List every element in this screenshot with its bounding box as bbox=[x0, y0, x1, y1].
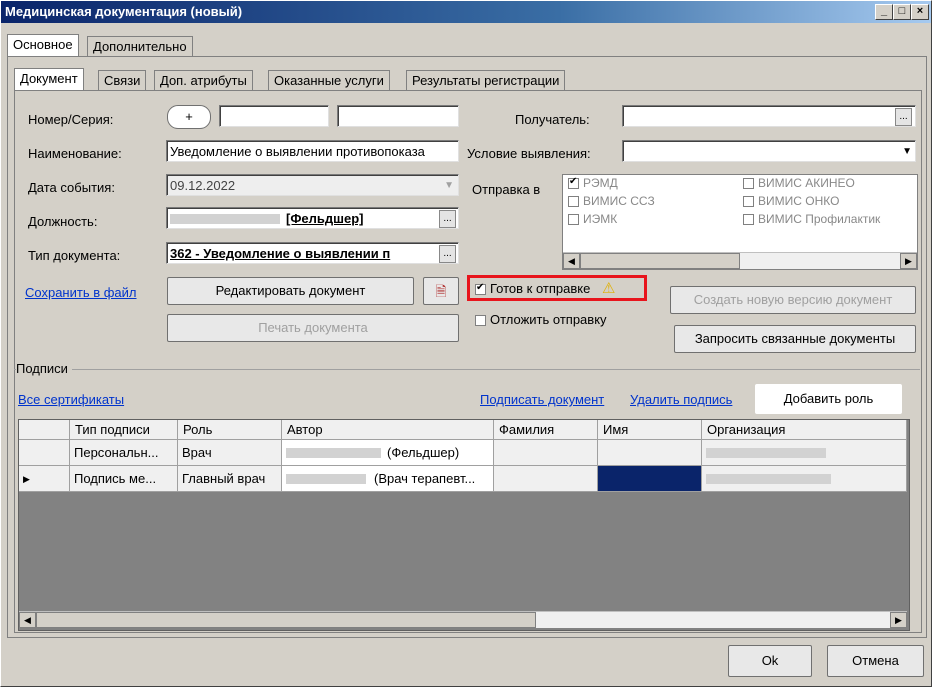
position-input[interactable]: [Фельдшер] bbox=[166, 207, 459, 229]
target-vimis-ssz[interactable]: ВИМИС ССЗ bbox=[568, 194, 655, 208]
scroll-right-icon[interactable]: ▶ bbox=[900, 253, 917, 269]
chevron-down-icon: ▼ bbox=[444, 180, 454, 191]
close-button[interactable]: × bbox=[911, 4, 929, 20]
delete-signature-link[interactable]: Удалить подпись bbox=[630, 392, 732, 407]
signatures-grid: Тип подписи Роль Автор Фамилия Имя Орган… bbox=[18, 419, 910, 631]
tab-services[interactable]: Оказанные услуги bbox=[268, 70, 390, 90]
cancel-button[interactable]: Отмена bbox=[827, 645, 924, 677]
save-to-file-link[interactable]: Сохранить в файл bbox=[25, 285, 137, 300]
table-row-last-name[interactable] bbox=[494, 466, 598, 492]
print-document-button[interactable]: Печать документа bbox=[167, 314, 459, 342]
row-indicator[interactable] bbox=[19, 440, 70, 466]
ready-to-send-checkbox[interactable]: Готов к отправке ⚠ bbox=[475, 279, 615, 297]
redacted-organization bbox=[706, 448, 826, 458]
table-row-type[interactable]: Подпись ме... bbox=[70, 466, 178, 492]
date-input[interactable]: 09.12.2022 ▼ bbox=[166, 174, 459, 196]
tab-registration-results[interactable]: Результаты регистрации bbox=[406, 70, 566, 90]
minimize-button[interactable]: _ bbox=[875, 4, 893, 20]
col-author[interactable]: Автор bbox=[282, 420, 494, 440]
recipient-input[interactable] bbox=[622, 105, 916, 127]
col-role[interactable]: Роль bbox=[178, 420, 282, 440]
table-row-organization[interactable] bbox=[702, 466, 907, 492]
scroll-thumb[interactable] bbox=[580, 253, 740, 269]
edit-document-button[interactable]: Редактировать документ bbox=[167, 277, 414, 305]
target-vimis-prof[interactable]: ВИМИС Профилактик bbox=[743, 212, 880, 226]
col-signature-type[interactable]: Тип подписи bbox=[70, 420, 178, 440]
tab-extra-attributes[interactable]: Доп. атрибуты bbox=[154, 70, 253, 90]
recipient-browse-button[interactable]: ... bbox=[895, 108, 912, 126]
recipient-label: Получатель: bbox=[515, 112, 590, 127]
scroll-left-icon[interactable]: ◀ bbox=[19, 612, 36, 628]
series-input[interactable] bbox=[337, 105, 459, 127]
add-role-button[interactable]: Добавить роль bbox=[755, 384, 902, 414]
scroll-right-icon[interactable]: ▶ bbox=[890, 612, 907, 628]
position-label: Должность: bbox=[28, 214, 98, 229]
window-title: Медицинская документация (новый) bbox=[5, 4, 243, 19]
table-row-last-name[interactable] bbox=[494, 440, 598, 466]
target-vimis-onko[interactable]: ВИМИС ОНКО bbox=[743, 194, 839, 208]
col-last-name[interactable]: Фамилия bbox=[494, 420, 598, 440]
all-certificates-link[interactable]: Все сертификаты bbox=[18, 392, 124, 407]
target-remd[interactable]: РЭМД bbox=[568, 176, 618, 190]
col-organization[interactable]: Организация bbox=[702, 420, 907, 440]
title-bar[interactable]: Медицинская документация (новый) _ □ × bbox=[1, 1, 931, 23]
tab-links[interactable]: Связи bbox=[98, 70, 147, 90]
maximize-button[interactable]: □ bbox=[893, 4, 911, 20]
table-row-organization[interactable] bbox=[702, 440, 907, 466]
name-input[interactable]: Уведомление о выявлении противопоказа bbox=[166, 140, 459, 162]
sign-document-link[interactable]: Подписать документ bbox=[480, 392, 604, 407]
table-row-role[interactable]: Главный врач bbox=[178, 466, 282, 492]
print-preview-button[interactable]: 🗎 bbox=[423, 277, 459, 305]
table-row-role[interactable]: Врач bbox=[178, 440, 282, 466]
doctype-browse-button[interactable]: ... bbox=[439, 245, 456, 263]
tab-additional[interactable]: Дополнительно bbox=[87, 36, 193, 56]
table-row-type[interactable]: Персональн... bbox=[70, 440, 178, 466]
table-row-first-name[interactable] bbox=[598, 466, 702, 492]
tab-document[interactable]: Документ bbox=[14, 68, 84, 90]
send-targets-scrollbar[interactable]: ◀ ▶ bbox=[563, 252, 917, 269]
doctype-input[interactable]: 362 - Уведомление о выявлении п bbox=[166, 242, 459, 264]
date-label: Дата события: bbox=[28, 180, 115, 195]
send-targets-list: РЭМД ВИМИС АКИНЕО ВИМИС ССЗ ВИМИС ОНКО И… bbox=[562, 174, 918, 270]
target-iemk[interactable]: ИЭМК bbox=[568, 212, 617, 226]
warning-icon: ⚠ bbox=[601, 280, 616, 297]
grid-scrollbar[interactable]: ◀ ▶ bbox=[19, 611, 907, 628]
chevron-down-icon: ▼ bbox=[902, 146, 912, 157]
target-vimis-akineo[interactable]: ВИМИС АКИНЕО bbox=[743, 176, 855, 190]
send-to-label: Отправка в bbox=[472, 182, 541, 197]
table-row-author[interactable]: (Врач терапевт... bbox=[282, 466, 494, 492]
name-label: Наименование: bbox=[28, 146, 122, 161]
request-related-button[interactable]: Запросить связанные документы bbox=[674, 325, 916, 353]
condition-select[interactable]: ▼ bbox=[622, 140, 916, 162]
create-version-button[interactable]: Создать новую версию документ bbox=[670, 286, 916, 314]
redacted-name bbox=[286, 474, 366, 484]
doctype-label: Тип документа: bbox=[28, 248, 121, 263]
postpone-send-checkbox[interactable]: Отложить отправку bbox=[475, 312, 607, 327]
redacted-organization bbox=[706, 474, 831, 484]
grid-corner bbox=[19, 420, 70, 440]
main-window: Медицинская документация (новый) _ □ × О… bbox=[0, 0, 932, 687]
add-number-button[interactable]: + bbox=[167, 105, 211, 129]
scroll-thumb[interactable] bbox=[36, 612, 536, 628]
redacted-name bbox=[286, 448, 381, 458]
number-label: Номер/Серия: bbox=[28, 112, 114, 127]
row-indicator[interactable]: ▶ bbox=[19, 466, 70, 492]
col-first-name[interactable]: Имя bbox=[598, 420, 702, 440]
condition-label: Условие выявления: bbox=[467, 146, 591, 161]
scroll-left-icon[interactable]: ◀ bbox=[563, 253, 580, 269]
current-row-icon: ▶ bbox=[23, 474, 30, 484]
number-input[interactable] bbox=[219, 105, 329, 127]
redacted-name bbox=[170, 214, 280, 224]
ok-button[interactable]: Ok bbox=[728, 645, 812, 677]
tab-main[interactable]: Основное bbox=[7, 34, 79, 56]
signatures-divider bbox=[14, 369, 920, 370]
table-row-first-name[interactable] bbox=[598, 440, 702, 466]
position-browse-button[interactable]: ... bbox=[439, 210, 456, 228]
signatures-group-label: Подписи bbox=[16, 361, 72, 376]
document-icon: 🗎 bbox=[435, 283, 447, 299]
table-row-author[interactable]: (Фельдшер) bbox=[282, 440, 494, 466]
